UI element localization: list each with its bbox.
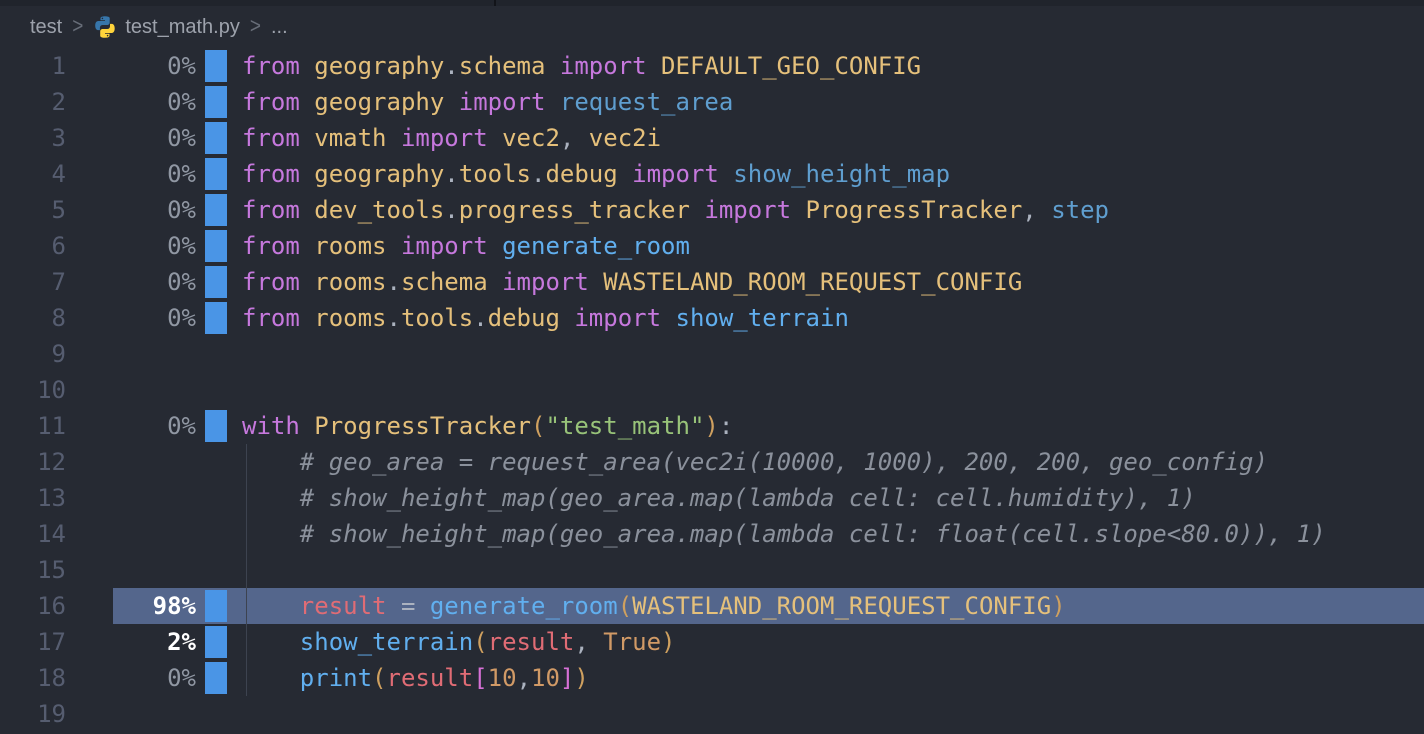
profile-percent: 2% — [90, 624, 196, 660]
coverage-marker — [205, 266, 227, 298]
line-number[interactable]: 14 — [0, 516, 66, 552]
indent-guide — [246, 444, 247, 696]
coverage-marker — [205, 410, 227, 442]
editor-line: 4 0% from geography.tools.debug import sho… — [0, 156, 1424, 192]
line-number[interactable]: 18 — [0, 660, 66, 696]
profile-percent: 0% — [90, 228, 196, 264]
line-number[interactable]: 12 — [0, 444, 66, 480]
coverage-marker — [205, 158, 227, 190]
editor-line: 16 98% result = generate_room(WASTELAND_R… — [0, 588, 1424, 624]
profile-percent: 98% — [90, 588, 196, 624]
profile-percent: 0% — [90, 48, 196, 84]
breadcrumb-folder[interactable]: test — [30, 16, 62, 39]
editor-line: 9 — [0, 336, 1424, 372]
code-text[interactable]: with ProgressTracker("test_math"): — [242, 408, 733, 444]
line-number[interactable]: 3 — [0, 120, 66, 156]
editor-line: 8 0% from rooms.tools.debug import show_te… — [0, 300, 1424, 336]
profile-percent: 0% — [90, 408, 196, 444]
coverage-marker — [205, 662, 227, 694]
profile-percent: 0% — [90, 120, 196, 156]
python-icon — [93, 15, 117, 39]
line-number[interactable]: 11 — [0, 408, 66, 444]
coverage-marker — [205, 86, 227, 118]
line-number[interactable]: 10 — [0, 372, 66, 408]
editor-line: 3 0% from vmath import vec2, vec2i — [0, 120, 1424, 156]
chevron-right-icon: > — [250, 14, 261, 39]
breadcrumb-symbol-more[interactable]: ... — [271, 16, 288, 39]
line-number[interactable]: 17 — [0, 624, 66, 660]
breadcrumb: test > test_math.py > ... — [0, 6, 1424, 48]
editor-line: 6 0% from rooms import generate_room — [0, 228, 1424, 264]
tab-divider — [494, 0, 496, 6]
profile-percent: 0% — [90, 264, 196, 300]
profile-percent: 0% — [90, 660, 196, 696]
profile-percent: 0% — [90, 192, 196, 228]
editor-line: 12 # geo_area = request_area(vec2i(10000… — [0, 444, 1424, 480]
code-text[interactable]: show_terrain(result, True) — [242, 624, 676, 660]
coverage-marker — [205, 626, 227, 658]
editor-line: 14 # show_height_map(geo_area.map(lambda… — [0, 516, 1424, 552]
tab-bar-edge — [0, 0, 1424, 6]
editor-line: 19 — [0, 696, 1424, 732]
code-text[interactable]: from dev_tools.progress_tracker import P… — [242, 192, 1109, 228]
code-text[interactable]: # show_height_map(geo_area.map(lambda ce… — [242, 516, 1326, 552]
profile-percent: 0% — [90, 300, 196, 336]
line-number[interactable]: 5 — [0, 192, 66, 228]
breadcrumb-file-label: test_math.py — [125, 16, 240, 39]
chevron-right-icon: > — [72, 14, 83, 39]
code-text[interactable]: # show_height_map(geo_area.map(lambda ce… — [242, 480, 1196, 516]
code-text[interactable]: print(result[10,10]) — [242, 660, 589, 696]
code-text[interactable]: from rooms import generate_room — [242, 228, 690, 264]
breadcrumb-file[interactable]: test_math.py — [93, 15, 240, 39]
line-number[interactable]: 4 — [0, 156, 66, 192]
coverage-marker — [205, 194, 227, 226]
editor-line: 1 0% from geography.schema import DEFAULT_… — [0, 48, 1424, 84]
editor-line: 7 0% from rooms.schema import WASTELAND_RO… — [0, 264, 1424, 300]
code-text[interactable]: from vmath import vec2, vec2i — [242, 120, 661, 156]
coverage-marker — [205, 302, 227, 334]
line-number[interactable]: 2 — [0, 84, 66, 120]
line-number[interactable]: 16 — [0, 588, 66, 624]
line-number[interactable]: 9 — [0, 336, 66, 372]
editor-lines: 1 0% from geography.schema import DEFAULT_… — [0, 48, 1424, 732]
code-text[interactable]: # geo_area = request_area(vec2i(10000, 1… — [242, 444, 1268, 480]
profile-percent: 0% — [90, 84, 196, 120]
editor-line: 17 2% show_terrain(result, True) — [0, 624, 1424, 660]
coverage-marker — [205, 122, 227, 154]
editor-line: 15 — [0, 552, 1424, 588]
code-text[interactable]: from geography.tools.debug import show_h… — [242, 156, 950, 192]
coverage-marker — [205, 50, 227, 82]
coverage-marker — [205, 230, 227, 262]
line-number[interactable]: 1 — [0, 48, 66, 84]
line-number[interactable]: 13 — [0, 480, 66, 516]
editor-line: 18 0% print(result[10,10]) — [0, 660, 1424, 696]
line-number[interactable]: 6 — [0, 228, 66, 264]
editor: 1 0% from geography.schema import DEFAULT_… — [0, 48, 1424, 732]
editor-line: 10 — [0, 372, 1424, 408]
line-number[interactable]: 15 — [0, 552, 66, 588]
code-text[interactable]: from rooms.tools.debug import show_terra… — [242, 300, 849, 336]
code-text[interactable]: from rooms.schema import WASTELAND_ROOM_… — [242, 264, 1022, 300]
editor-line: 5 0% from dev_tools.progress_tracker impor… — [0, 192, 1424, 228]
coverage-marker — [205, 590, 227, 622]
editor-line: 2 0% from geography import request_area — [0, 84, 1424, 120]
line-number[interactable]: 8 — [0, 300, 66, 336]
code-text[interactable]: result = generate_room(WASTELAND_ROOM_RE… — [242, 588, 1066, 624]
editor-line: 11 0% with ProgressTracker("test_math"): — [0, 408, 1424, 444]
line-number[interactable]: 7 — [0, 264, 66, 300]
code-text[interactable]: from geography.schema import DEFAULT_GEO… — [242, 48, 921, 84]
code-text[interactable]: from geography import request_area — [242, 84, 733, 120]
line-number[interactable]: 19 — [0, 696, 66, 732]
profile-percent: 0% — [90, 156, 196, 192]
editor-line: 13 # show_height_map(geo_area.map(lambda… — [0, 480, 1424, 516]
